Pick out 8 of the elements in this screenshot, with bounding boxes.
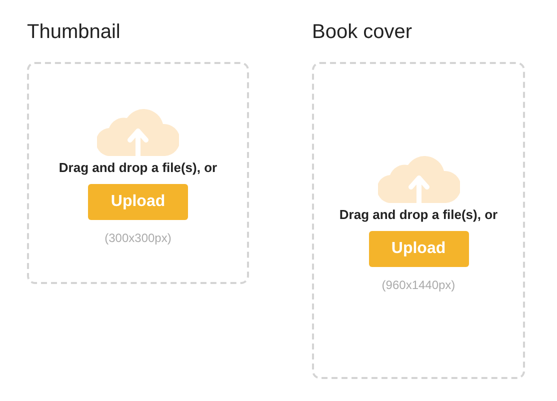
size-hint: (960x1440px)	[382, 278, 456, 292]
size-hint: (300x300px)	[104, 230, 172, 244]
section-title: Thumbnail	[27, 20, 122, 44]
drop-prompt: Drag and drop a file(s), or	[339, 207, 498, 222]
section-title: Book cover	[312, 20, 414, 44]
drop-prompt: Drag and drop a file(s), or	[58, 160, 218, 174]
drop-zone[interactable]: Drag and drop a file(s), or Upload (300x300px)	[27, 62, 249, 284]
drop-zone[interactable]: Drag and drop a file(s), or Upload (960x1440px)	[312, 62, 525, 379]
